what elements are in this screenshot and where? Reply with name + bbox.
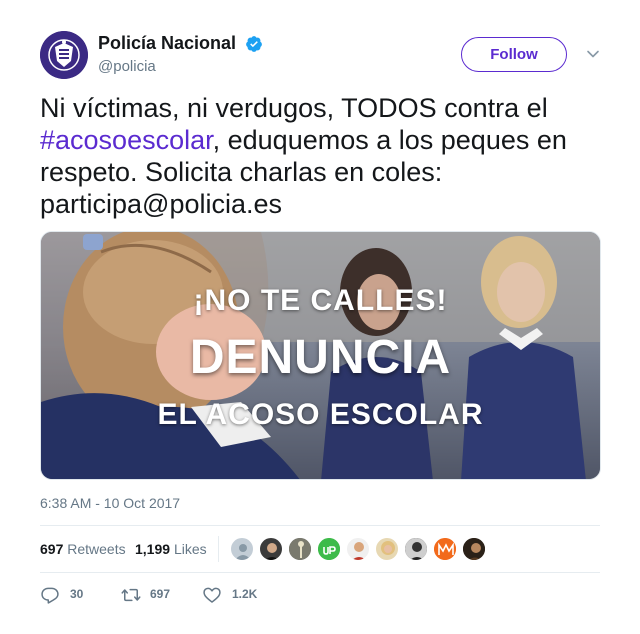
tweet-actions: 30 697 1.2K bbox=[40, 582, 600, 606]
like-count: 1.2K bbox=[232, 587, 258, 601]
reply-count: 30 bbox=[70, 587, 84, 601]
follow-button[interactable]: Follow bbox=[461, 37, 567, 72]
account-name-block: Policía Nacional @policia bbox=[98, 33, 263, 75]
retweets-stat-count: 697 bbox=[40, 541, 64, 557]
tweet-stats: 697 Retweets 1,199 Likes bbox=[40, 526, 600, 572]
likes-stat-count: 1,199 bbox=[135, 541, 171, 557]
liker-avatar[interactable] bbox=[404, 537, 428, 561]
like-button[interactable]: 1.2K bbox=[202, 584, 282, 604]
tweet-media-image[interactable]: ¡NO TE CALLES! DENUNCIA EL ACOSO ESCOLAR bbox=[40, 231, 601, 480]
account-handle[interactable]: @policia bbox=[98, 58, 263, 75]
retweets-stat-label: Retweets bbox=[67, 541, 126, 557]
liker-avatar[interactable] bbox=[462, 537, 486, 561]
retweets-stat[interactable]: 697 Retweets bbox=[40, 541, 126, 557]
media-line-3: EL ACOSO ESCOLAR bbox=[157, 398, 484, 431]
verified-badge-icon bbox=[245, 35, 262, 52]
likes-stat-label: Likes bbox=[173, 541, 207, 557]
liker-avatar[interactable] bbox=[230, 537, 254, 561]
account-avatar[interactable] bbox=[40, 31, 88, 79]
brand-logo-icon bbox=[434, 538, 456, 560]
user-photo-icon bbox=[289, 538, 311, 560]
retweet-count: 697 bbox=[150, 587, 171, 601]
user-photo-icon bbox=[405, 538, 427, 560]
heart-icon bbox=[203, 587, 221, 603]
chevron-down-icon[interactable] bbox=[586, 47, 600, 61]
tweet-timestamp[interactable]: 6:38 AM - 10 Oct 2017 bbox=[40, 495, 180, 511]
liker-avatar[interactable] bbox=[375, 537, 399, 561]
likes-stat[interactable]: 1,199 Likes bbox=[135, 541, 207, 557]
default-user-icon bbox=[235, 544, 251, 560]
liker-avatar[interactable] bbox=[346, 537, 370, 561]
reply-button[interactable]: 30 bbox=[40, 584, 100, 604]
liker-avatar[interactable] bbox=[288, 537, 312, 561]
media-overlay-text: ¡NO TE CALLES! DENUNCIA EL ACOSO ESCOLAR bbox=[41, 232, 600, 479]
reply-icon bbox=[41, 587, 59, 604]
tweet-text-part: Ni víctimas, ni verdugos, TODOS contra e… bbox=[40, 93, 548, 123]
retweet-button[interactable]: 697 bbox=[120, 584, 190, 604]
tweet-header: Policía Nacional @policia Follow bbox=[40, 31, 600, 81]
media-line-2: DENUNCIA bbox=[189, 331, 452, 384]
user-photo-icon bbox=[463, 538, 485, 560]
liker-avatar[interactable] bbox=[259, 537, 283, 561]
retweet-icon bbox=[121, 588, 141, 602]
brand-logo-icon bbox=[318, 538, 340, 560]
hashtag-link[interactable]: #acosoescolar bbox=[40, 125, 213, 155]
tweet-text: Ni víctimas, ni verdugos, TODOS contra e… bbox=[40, 92, 600, 220]
divider bbox=[40, 572, 600, 573]
media-line-1: ¡NO TE CALLES! bbox=[193, 284, 448, 317]
user-photo-icon bbox=[352, 542, 366, 560]
display-name[interactable]: Policía Nacional bbox=[98, 33, 236, 54]
liker-avatar[interactable] bbox=[433, 537, 457, 561]
police-badge-icon bbox=[40, 31, 88, 79]
user-photo-icon bbox=[265, 543, 279, 560]
user-photo-icon bbox=[381, 541, 395, 555]
liker-avatar[interactable] bbox=[317, 537, 341, 561]
stats-separator bbox=[218, 536, 219, 562]
